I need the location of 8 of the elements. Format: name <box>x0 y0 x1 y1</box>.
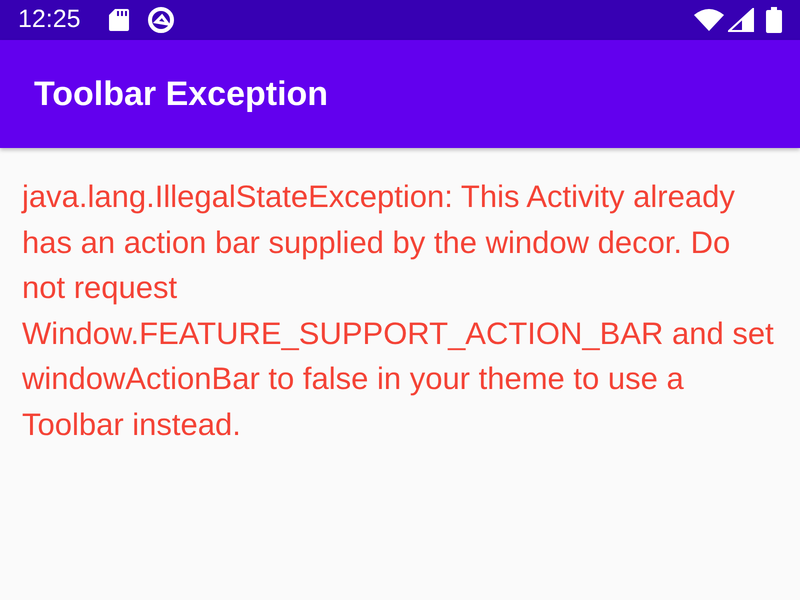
sd-card-icon <box>108 9 129 31</box>
circle-icon <box>146 6 175 34</box>
wifi-icon <box>694 9 724 31</box>
app-bar-title: Toolbar Exception <box>34 74 328 114</box>
error-message: java.lang.IllegalStateException: This Activity already has an action bar supplied by the window decor. Do not request Window.FEATURE_SUPPORT_ACTION_BAR and set windowActionBar to false in your theme to use a Toolbar instead. <box>20 178 775 444</box>
clock: 12:25 <box>18 4 81 36</box>
signal-icon <box>728 8 754 32</box>
battery-icon <box>766 7 782 33</box>
